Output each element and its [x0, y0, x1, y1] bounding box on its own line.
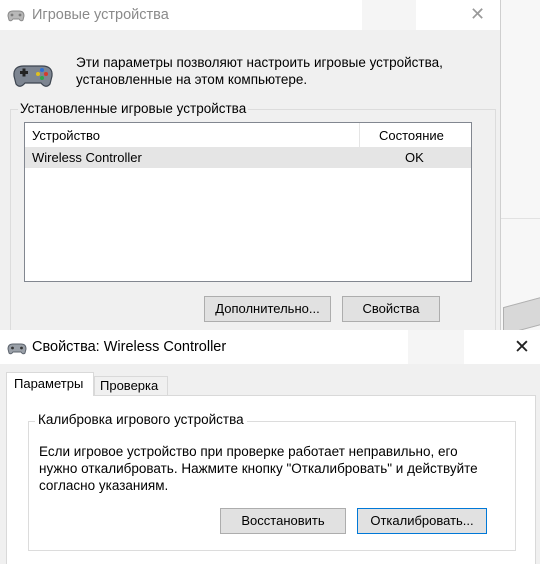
list-header: Устройство Состояние	[25, 123, 471, 148]
close-icon[interactable]: ✕	[514, 336, 530, 359]
close-icon[interactable]: ✕	[470, 4, 485, 25]
title-bar-button-ghost	[362, 0, 416, 30]
description-text: Эти параметры позволяют настроить игровы…	[76, 55, 443, 87]
tab-page: Калибровка игрового устройства Если игро…	[6, 395, 536, 564]
column-header-status[interactable]: Состояние	[379, 128, 444, 143]
installed-devices-group-label: Установленные игровые устройства	[18, 101, 249, 116]
title-bar[interactable]: Свойства: Wireless Controller ✕	[0, 330, 540, 364]
list-item[interactable]: Wireless Controller OK	[25, 148, 471, 168]
device-status-cell: OK	[405, 150, 424, 165]
devices-list[interactable]: Устройство Состояние Wireless Controller…	[24, 122, 472, 282]
game-controllers-window: Игровые устройства ✕ Эти параметры позво…	[0, 0, 501, 332]
calibrate-button[interactable]: Откалибровать...	[357, 508, 487, 534]
restore-button[interactable]: Восстановить	[220, 508, 346, 534]
desktop-background	[500, 0, 540, 330]
calibration-description: Если игровое устройство при проверке раб…	[39, 444, 478, 493]
properties-button[interactable]: Свойства	[342, 296, 440, 322]
gamepad-icon	[7, 343, 27, 355]
window-title: Свойства: Wireless Controller	[32, 339, 227, 355]
background-divider	[500, 218, 540, 219]
properties-window: Свойства: Wireless Controller ✕ Параметр…	[0, 330, 540, 564]
calibration-group-label: Калибровка игрового устройства	[35, 412, 247, 427]
column-header-device[interactable]: Устройство	[32, 128, 100, 143]
window-title: Игровые устройства	[32, 7, 169, 23]
title-bar-button-ghost	[408, 330, 464, 364]
device-name-cell: Wireless Controller	[32, 150, 142, 165]
advanced-button[interactable]: Дополнительно...	[204, 296, 331, 322]
title-bar[interactable]: Игровые устройства ✕	[0, 0, 500, 30]
tab-test[interactable]: Проверка	[94, 376, 168, 396]
tab-settings[interactable]: Параметры	[6, 372, 94, 396]
column-separator[interactable]	[359, 123, 360, 147]
gamepad-icon	[7, 10, 25, 22]
gamepad-icon	[13, 65, 53, 87]
